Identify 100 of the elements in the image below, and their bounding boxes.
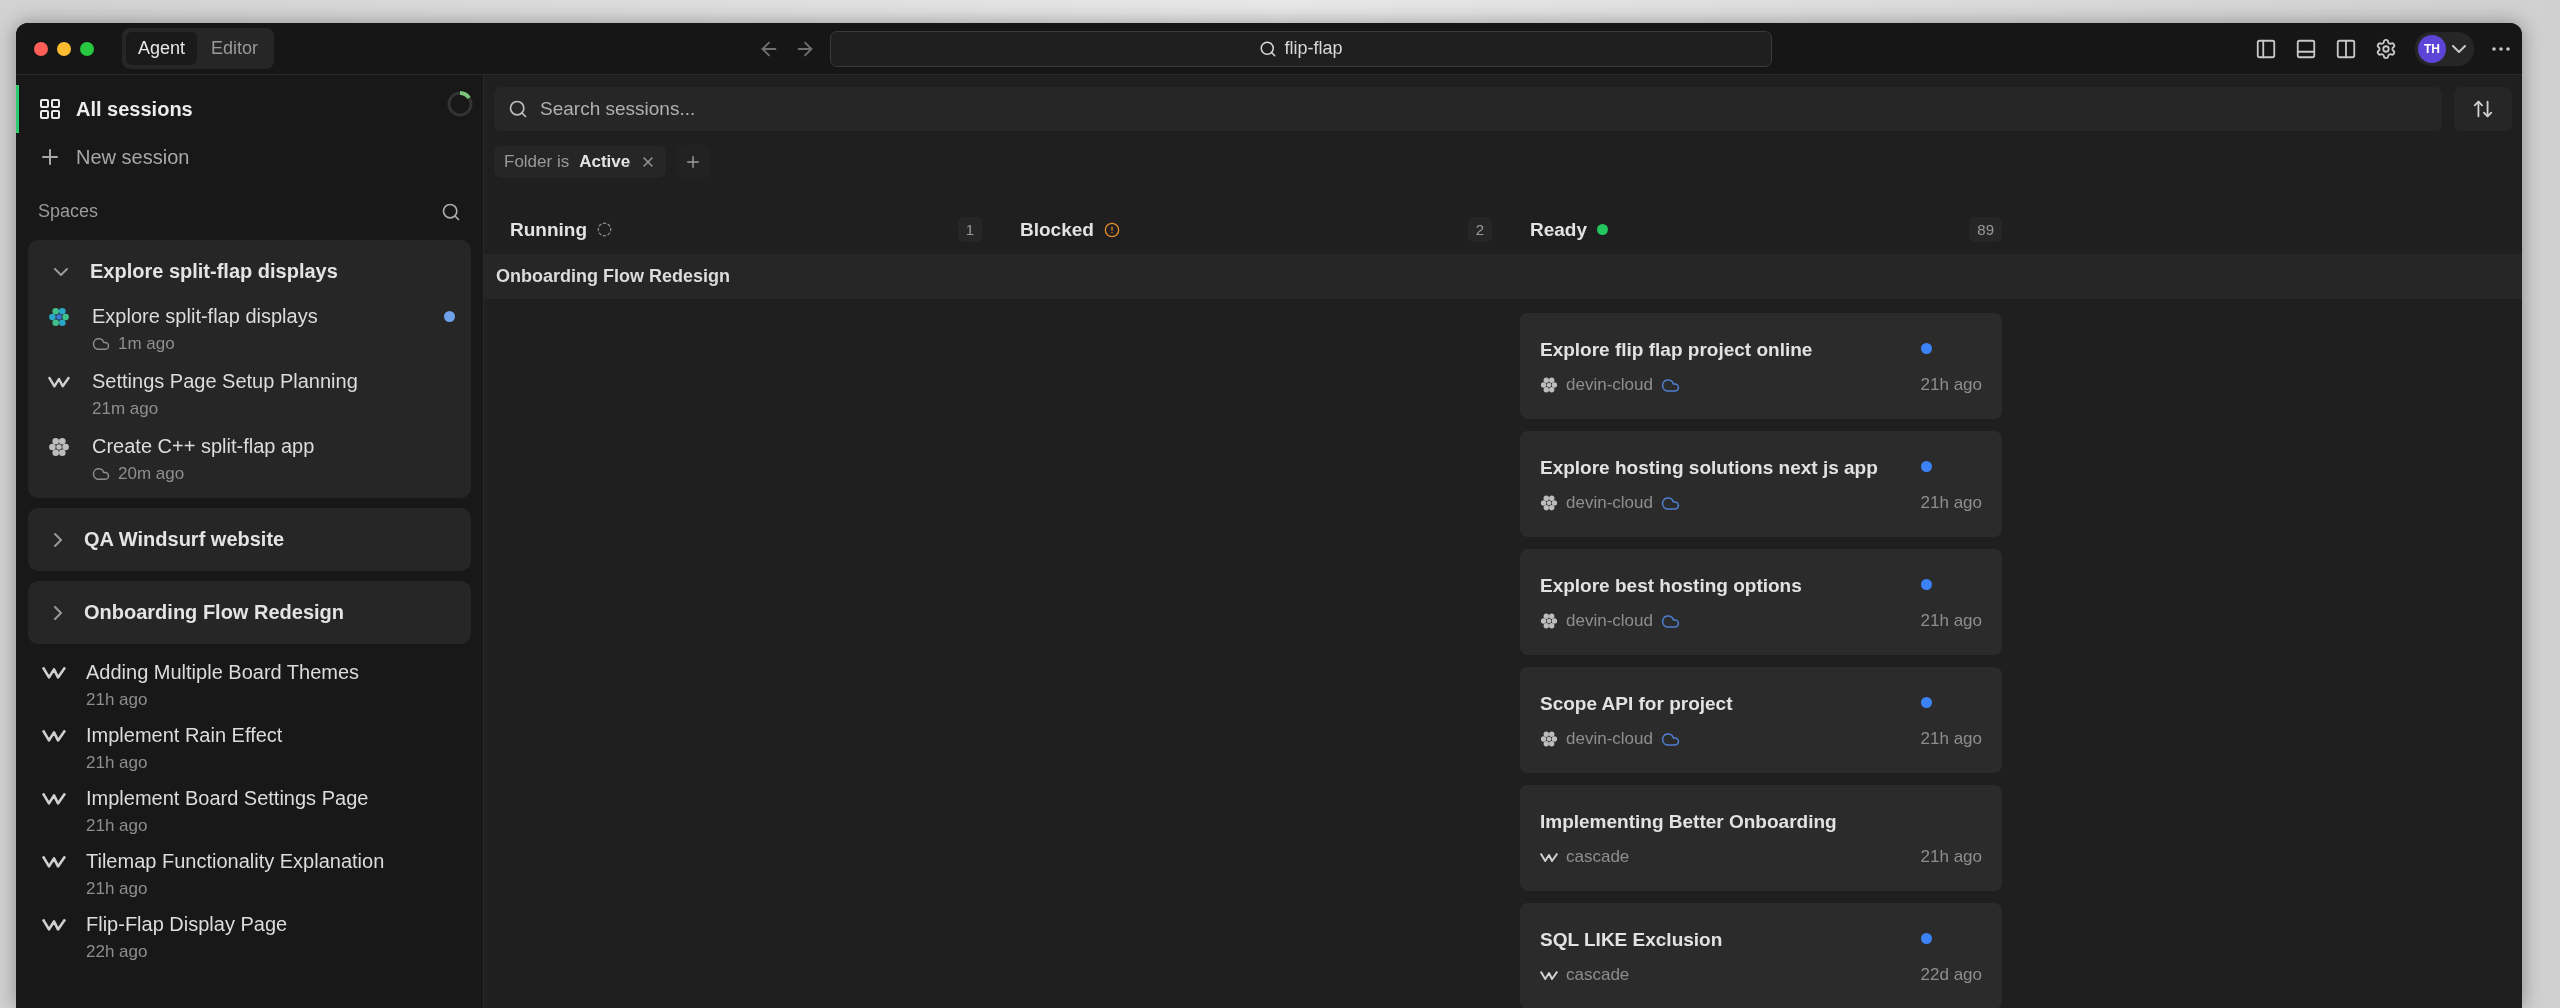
column-title: Running [510,218,588,241]
status-dot [1597,224,1609,235]
sort-icon [2472,98,2494,120]
session-time: 21m ago [92,399,159,419]
card-time: 21h ago [1920,375,1982,395]
card-title: Implementing Better Onboarding [1540,811,1838,833]
filter-chip[interactable]: Folder is Active [494,146,667,178]
session-item[interactable]: Explore split-flap displays 1m ago [28,297,471,362]
count-badge: 1 [957,217,982,242]
session-title: Settings Page Setup Planning [92,370,359,393]
chevron-right-icon [54,605,62,620]
card-time: 21h ago [1920,847,1982,867]
more-button[interactable] [2492,46,2510,51]
space-header[interactable]: QA Windsurf website [28,514,471,565]
mode-tab[interactable]: Agent [126,32,198,65]
title-search-field[interactable]: flip-flap [829,30,1772,67]
session-item[interactable]: Create C++ split-flap app 20m ago [28,427,471,492]
group-title: Onboarding Flow Redesign [496,266,730,286]
session-title: Adding Multiple Board Themes [86,661,361,684]
card-source: devin-cloud [1566,493,1653,513]
session-card[interactable]: Scope API for project devin-cloud 21h ago [1520,667,2002,773]
grid-icon [38,97,62,121]
session-title: Tilemap Functionality Explanation [86,850,386,873]
account-button[interactable]: TH [2415,31,2474,66]
card-time: 21h ago [1920,611,1982,631]
card-source: cascade [1566,847,1630,867]
filter-field: Folder is [504,152,570,172]
session-item[interactable]: Tilemap Functionality Explanation 21h ago [28,843,471,906]
card-title: Explore best hosting options [1540,575,1803,597]
card-title: SQL LIKE Exclusion [1540,929,1724,951]
session-card[interactable]: SQL LIKE Exclusion cascade 22d ago [1520,903,2002,1008]
session-card[interactable]: Explore best hosting options devin-cloud 21h ago [1520,549,2002,655]
card-time: 21h ago [1920,493,1982,513]
session-title: Implement Board Settings Page [86,787,370,810]
card-time: 22d ago [1920,965,1982,985]
minimize-button[interactable] [57,41,71,56]
session-title: Flip-Flap Display Page [86,913,289,936]
flower-icon [1540,612,1558,630]
session-card[interactable]: Implementing Better Onboarding cascade 21h ago [1520,785,2002,891]
session-item[interactable]: Implement Board Settings Page 21h ago [28,780,471,843]
chevron-down-icon [2452,44,2466,53]
session-card[interactable]: Explore flip flap project online devin-cloud 21h ago [1520,313,2002,419]
search-input[interactable]: Search sessions... [538,97,2428,121]
sidebar-nav-item[interactable]: All sessions [16,85,471,133]
dashed-circle-icon [597,222,613,237]
search-button[interactable] [441,201,461,222]
sort-button[interactable] [2454,87,2512,131]
wave-mark-icon [42,853,66,870]
session-time: 21h ago [86,816,148,836]
chevron-right-icon [54,532,62,547]
flower-icon [1540,376,1558,394]
search-field[interactable]: Search sessions... [494,87,2442,131]
session-time: 22h ago [86,942,148,962]
filter-value: Active [579,152,631,172]
search-icon [1258,39,1277,58]
zoom-button[interactable] [80,41,94,56]
card-title: Explore flip flap project online [1540,339,1814,361]
session-item[interactable]: Adding Multiple Board Themes 21h ago [28,654,471,717]
alert-circle-icon [1103,221,1120,238]
session-item[interactable]: Implement Rain Effect 21h ago [28,717,471,780]
wave-mark-icon [42,916,66,933]
flower-icon [1540,494,1558,512]
card-title: Explore hosting solutions next js app [1540,457,1879,479]
wave-mark-icon [42,790,66,807]
card-source: devin-cloud [1566,611,1653,631]
flower-icon [1540,730,1558,748]
card-source: devin-cloud [1566,375,1653,395]
session-title: Implement Rain Effect [86,724,284,747]
column-title: Ready [1530,218,1588,241]
bottom-panel-button[interactable] [2295,37,2317,60]
sidebar-nav-item[interactable]: New session [16,133,471,181]
card-source: devin-cloud [1566,729,1653,749]
progress-ring-icon [445,89,475,119]
avatar: TH [2418,34,2446,63]
session-item[interactable]: Flip-Flap Display Page 22h ago [28,906,471,969]
session-time: 1m ago [118,334,175,354]
session-time: 21h ago [86,690,148,710]
card-title: Scope API for project [1540,693,1734,715]
split-panel-button[interactable] [2335,37,2357,60]
session-title: Create C++ split-flap app [92,435,316,458]
session-time: 21h ago [86,879,148,899]
mode-tab[interactable]: Editor [199,32,271,65]
session-item[interactable]: Settings Page Setup Planning 21m ago [28,362,471,427]
section-label: Spaces [38,201,99,222]
search-icon [508,99,528,119]
card-time: 21h ago [1920,729,1982,749]
left-panel-button[interactable] [2255,37,2277,60]
space-header[interactable]: Onboarding Flow Redesign [28,587,471,638]
count-badge: 89 [1969,217,2002,242]
session-title: Explore split-flap displays [92,305,319,328]
settings-button[interactable] [2375,37,2397,60]
close-button[interactable] [34,41,48,56]
window-title: flip-flap [1284,38,1343,59]
wave-mark-icon [42,727,66,744]
chevron-down-icon [54,267,68,276]
card-source: cascade [1566,965,1630,985]
session-time: 21h ago [86,753,148,773]
space-header[interactable]: Explore split-flap displays [28,246,471,297]
session-card[interactable]: Explore hosting solutions next js app devin-cloud 21h ago [1520,431,2002,537]
column-title: Blocked [1020,218,1094,241]
